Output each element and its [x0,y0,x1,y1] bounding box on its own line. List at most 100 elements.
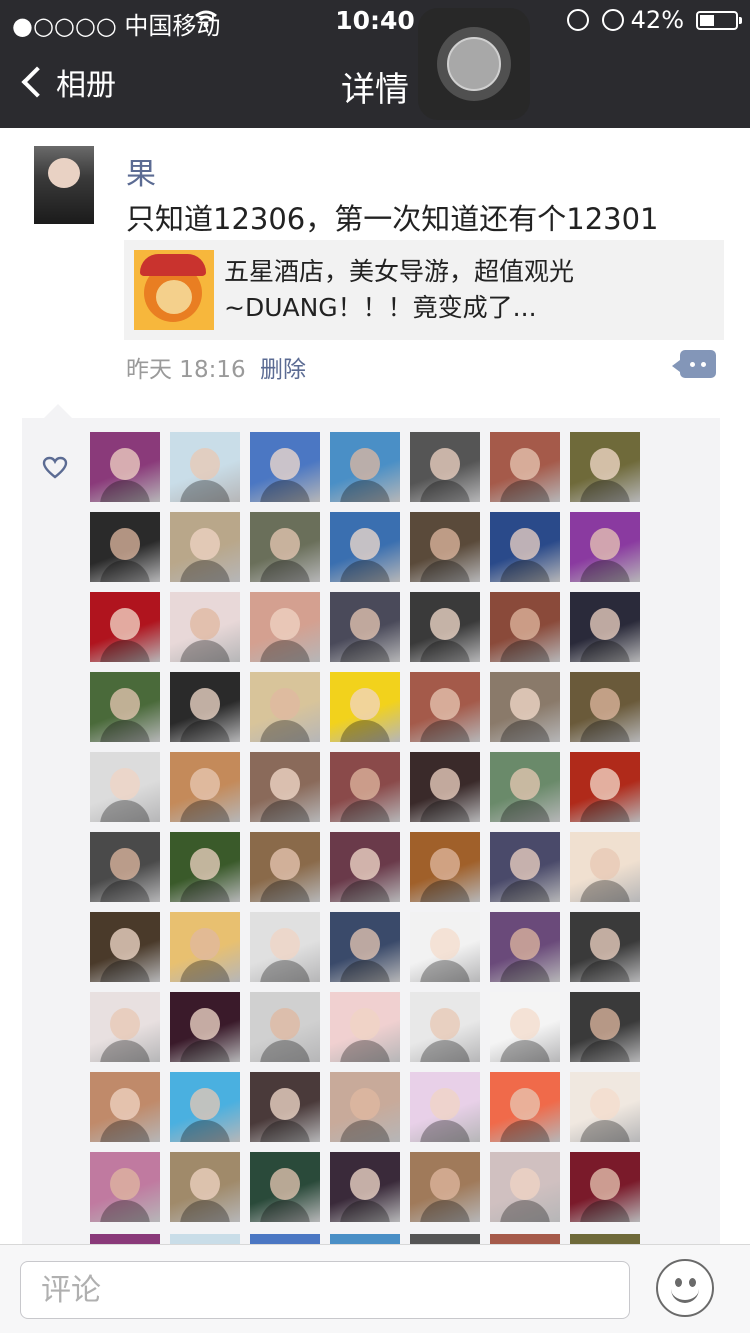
liker-avatar[interactable] [410,992,480,1062]
avatar-figure-body [420,480,470,502]
avatar-figure-face [110,608,140,640]
assistive-touch-button[interactable] [418,8,530,120]
avatar-figure-body [260,960,310,982]
liker-avatar[interactable] [570,1072,640,1142]
liker-avatar[interactable] [570,512,640,582]
shared-link-card[interactable]: 五星酒店，美女导游，超值观光~DUANG！！！竟变成了... [124,240,724,340]
liker-avatar[interactable] [90,752,160,822]
liker-avatar[interactable] [90,992,160,1062]
liker-avatar[interactable] [250,912,320,982]
liker-avatar[interactable] [250,512,320,582]
liker-avatar[interactable] [490,1152,560,1222]
avatar-figure-face [190,528,220,560]
avatar-figure-body [260,1040,310,1062]
liker-avatar[interactable] [330,912,400,982]
author-name[interactable]: 果 [126,149,156,193]
liker-avatar[interactable] [90,592,160,662]
liker-avatar[interactable] [330,992,400,1062]
liker-avatar[interactable] [410,1152,480,1222]
liker-avatar[interactable] [490,1072,560,1142]
avatar-figure-face [110,848,140,880]
liker-avatar[interactable] [250,672,320,742]
liker-avatar[interactable] [90,1072,160,1142]
liker-avatar[interactable] [330,672,400,742]
liker-avatar[interactable] [90,912,160,982]
liker-avatar[interactable] [490,912,560,982]
liker-avatar[interactable] [170,912,240,982]
liker-avatar[interactable] [90,672,160,742]
liker-avatar[interactable] [330,1072,400,1142]
delete-button[interactable]: 删除 [260,350,306,384]
liker-avatar[interactable] [170,432,240,502]
liker-avatar[interactable] [410,1072,480,1142]
likes-pointer [44,404,72,418]
liker-avatar[interactable] [490,672,560,742]
avatar-figure-body [420,800,470,822]
liker-avatar[interactable] [330,432,400,502]
liker-avatar[interactable] [250,432,320,502]
avatar-figure-face [270,1008,300,1040]
liker-avatar[interactable] [410,672,480,742]
liker-avatar[interactable] [170,832,240,902]
liker-avatar[interactable] [90,512,160,582]
liker-avatar[interactable] [170,752,240,822]
author-avatar[interactable] [34,146,94,224]
liker-avatar[interactable] [570,992,640,1062]
avatar-figure-body [580,1040,630,1062]
liker-avatar[interactable] [490,832,560,902]
liker-avatar[interactable] [330,512,400,582]
liker-avatar[interactable] [490,992,560,1062]
liker-avatar[interactable] [410,832,480,902]
liker-avatar[interactable] [570,672,640,742]
liker-avatar[interactable] [170,992,240,1062]
liker-avatar[interactable] [170,592,240,662]
liker-avatar[interactable] [90,832,160,902]
liker-avatar[interactable] [330,752,400,822]
liker-avatar[interactable] [90,432,160,502]
liker-avatar[interactable] [170,1152,240,1222]
liker-avatar[interactable] [490,512,560,582]
liker-avatar[interactable] [570,912,640,982]
liker-avatar[interactable] [410,512,480,582]
liker-avatar-partial [490,1234,560,1244]
liker-avatar-partial [410,1234,480,1244]
avatar-figure-face [270,688,300,720]
avatar-figure-body [180,800,230,822]
liker-avatar[interactable] [490,432,560,502]
liker-avatar[interactable] [170,512,240,582]
liker-avatar[interactable] [570,752,640,822]
liker-avatar[interactable] [330,592,400,662]
liker-avatar[interactable] [170,672,240,742]
liker-avatar[interactable] [170,1072,240,1142]
liker-avatar[interactable] [410,592,480,662]
liker-avatar[interactable] [330,832,400,902]
liker-avatar[interactable] [410,912,480,982]
liker-avatar[interactable] [490,592,560,662]
avatar-face [48,158,80,188]
avatar-figure-body [420,640,470,662]
smile-icon[interactable] [656,1259,714,1317]
liker-avatar[interactable] [330,1152,400,1222]
liker-avatar[interactable] [250,992,320,1062]
liker-avatar[interactable] [570,1152,640,1222]
liker-avatar-partial [250,1234,320,1244]
liker-avatar[interactable] [410,432,480,502]
liker-avatar[interactable] [250,1152,320,1222]
liker-avatar[interactable] [570,592,640,662]
comment-input[interactable] [20,1261,630,1319]
liker-avatar[interactable] [250,592,320,662]
liker-avatar[interactable] [250,1072,320,1142]
liker-avatar[interactable] [250,752,320,822]
avatar-figure-body [340,640,390,662]
liker-avatar[interactable] [90,1152,160,1222]
liker-avatar[interactable] [570,832,640,902]
comment-menu-button[interactable] [672,350,716,378]
liker-avatar[interactable] [570,432,640,502]
liker-avatar[interactable] [490,752,560,822]
liker-avatar[interactable] [410,752,480,822]
heart-icon [42,456,68,479]
shared-link-thumbnail [134,250,214,330]
liker-avatar[interactable] [250,832,320,902]
avatar-figure-face [270,768,300,800]
avatar-figure-body [260,640,310,662]
